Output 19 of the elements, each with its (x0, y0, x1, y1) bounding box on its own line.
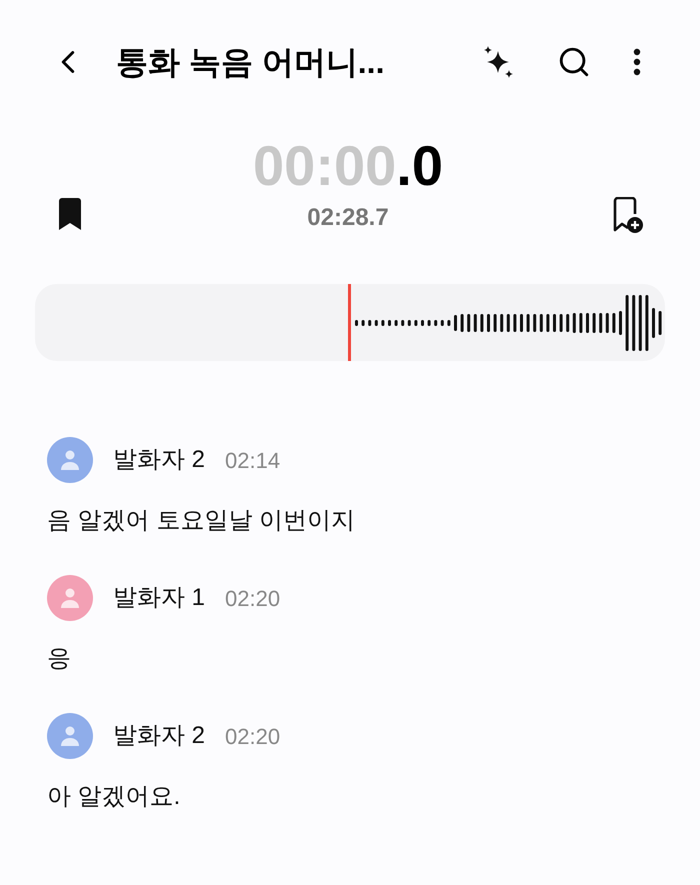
more-icon (633, 48, 641, 76)
person-icon (60, 587, 80, 609)
timestamp: 02:20 (225, 584, 280, 612)
total-time: 02:28.7 (307, 203, 389, 233)
speaker-name: 발화자 2 (113, 445, 206, 475)
person-icon (60, 449, 80, 471)
bookmark-icon (56, 197, 84, 231)
timestamp: 02:20 (225, 722, 280, 750)
timestamp: 02:14 (225, 446, 280, 474)
transcript-text: 아 알겠어요. (47, 782, 182, 812)
person-icon (60, 725, 80, 747)
elapsed-tenths: .0 (396, 138, 443, 194)
speaker-name: 발화자 2 (113, 721, 206, 751)
waveform-panel[interactable] (35, 284, 665, 361)
recording-title: 통화 녹음 어머니... (116, 43, 384, 82)
search-icon (557, 45, 591, 79)
transcript-text: 음 알겠어 토요일날 이번이지 (47, 506, 356, 536)
transcript-text: 응 (47, 644, 72, 674)
speaker-name: 발화자 1 (113, 583, 206, 613)
